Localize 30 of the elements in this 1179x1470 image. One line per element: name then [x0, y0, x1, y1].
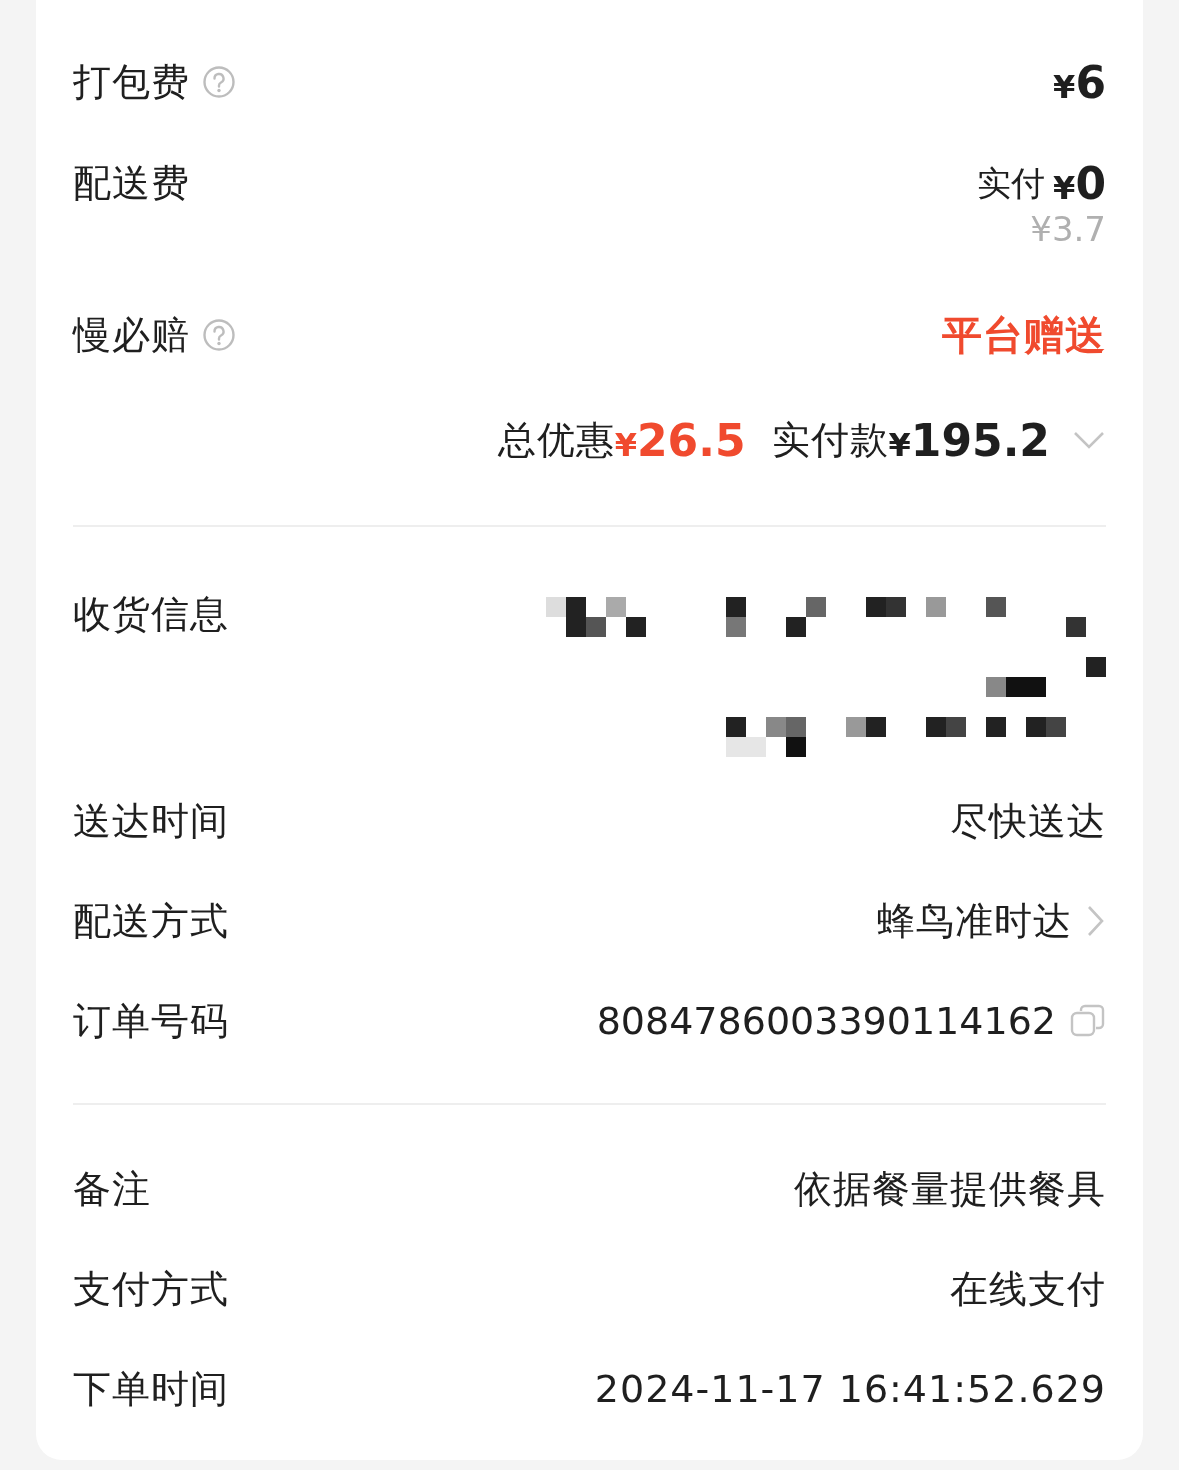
info-label: 订单号码 [73, 997, 229, 1045]
info-value: 尽快送达 [950, 797, 1106, 845]
fee-label: 配送费 [73, 160, 190, 207]
chevron-right-icon[interactable] [1086, 904, 1106, 938]
paid-label: 实付款 [771, 416, 889, 464]
order-number: 8084786003390114162 [596, 999, 1056, 1043]
info-value: 在线支付 [950, 1265, 1106, 1313]
info-label: 配送方式 [73, 897, 229, 945]
info-label: 支付方式 [73, 1265, 229, 1313]
chevron-icon[interactable] [1072, 430, 1106, 450]
price-amount: ¥6 [1053, 56, 1106, 108]
original-price: ¥3.7 [1030, 209, 1106, 249]
info-value: 2024-11-17 16:41:52.629 [594, 1367, 1106, 1411]
price-amount: ¥0 [1053, 158, 1106, 209]
paid-label: 实付 [977, 161, 1046, 205]
fee-label: 慢必赔 [73, 311, 190, 359]
copy-icon[interactable] [1070, 1003, 1106, 1039]
help-icon[interactable] [202, 318, 236, 352]
gift-label: 平台赠送 [942, 310, 1106, 360]
fee-label: 打包费 [73, 58, 190, 106]
info-value: 依据餐量提供餐具 [794, 1165, 1106, 1213]
paid-amount: ¥195.2 [888, 414, 1050, 466]
discount-label: 总优惠 [497, 416, 615, 464]
discount-amount: ¥26.5 [614, 414, 746, 466]
info-label: 收货信息 [73, 591, 229, 638]
delivery-option[interactable]: 蜂鸟准时达 [877, 895, 1072, 947]
info-label: 备注 [73, 1165, 151, 1213]
help-icon[interactable] [202, 65, 236, 99]
info-label: 下单时间 [73, 1365, 229, 1413]
info-label: 送达时间 [73, 797, 229, 845]
